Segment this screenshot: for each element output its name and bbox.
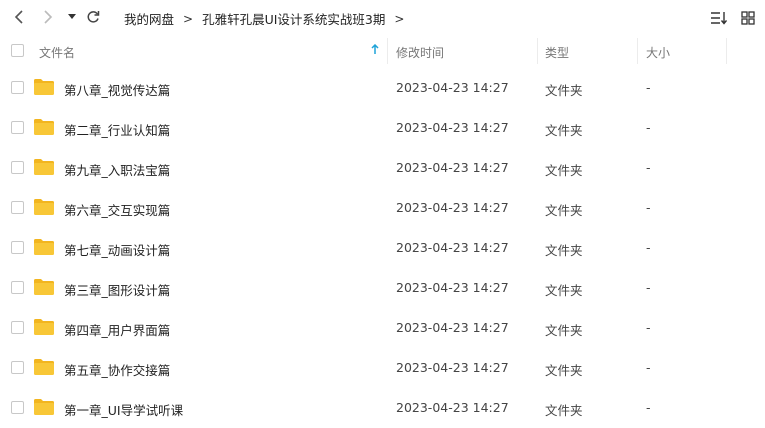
file-type: 文件夹 <box>545 243 583 258</box>
file-modified-time: 2023-04-23 14:27 <box>396 80 509 95</box>
file-name[interactable]: 第六章_交互实现篇 <box>64 200 170 219</box>
file-name[interactable]: 第九章_入职法宝篇 <box>64 160 170 179</box>
column-divider[interactable] <box>726 38 727 64</box>
toolbar: 我的网盘 > 孔雅轩孔晨UI设计系统实战班3期 > <box>0 0 765 36</box>
back-button[interactable] <box>10 8 28 26</box>
refresh-button[interactable] <box>84 8 102 26</box>
row-checkbox[interactable] <box>11 81 24 94</box>
row-checkbox[interactable] <box>11 201 24 214</box>
row-checkbox[interactable] <box>11 321 24 334</box>
row-checkbox[interactable] <box>11 361 24 374</box>
folder-icon <box>34 239 54 255</box>
folder-icon <box>34 119 54 135</box>
file-size: - <box>646 200 651 215</box>
file-type: 文件夹 <box>545 203 583 218</box>
column-divider[interactable] <box>537 38 538 64</box>
column-header-modified[interactable]: 修改时间 <box>396 44 444 61</box>
file-size: - <box>646 400 651 415</box>
sort-ascending-icon[interactable] <box>371 43 379 58</box>
file-name[interactable]: 第二章_行业认知篇 <box>64 120 170 139</box>
file-list-header: 文件名 修改时间 类型 大小 <box>0 38 765 64</box>
chevron-left-icon <box>14 10 23 24</box>
file-row[interactable]: 第四章_用户界面篇 2023-04-23 14:27 文件夹 - <box>0 308 765 348</box>
file-type: 文件夹 <box>545 363 583 378</box>
row-checkbox[interactable] <box>11 241 24 254</box>
column-header-name[interactable]: 文件名 <box>39 44 75 61</box>
file-modified-time: 2023-04-23 14:27 <box>396 120 509 135</box>
file-modified-time: 2023-04-23 14:27 <box>396 160 509 175</box>
row-checkbox[interactable] <box>11 281 24 294</box>
folder-icon <box>34 399 54 415</box>
file-modified-time: 2023-04-23 14:27 <box>396 360 509 375</box>
file-modified-time: 2023-04-23 14:27 <box>396 200 509 215</box>
breadcrumb-separator[interactable]: > <box>394 12 404 26</box>
file-name[interactable]: 第一章_UI导学试听课 <box>64 400 183 419</box>
grid-view-button[interactable] <box>739 9 757 27</box>
folder-icon <box>34 79 54 95</box>
row-checkbox[interactable] <box>11 401 24 414</box>
column-header-type[interactable]: 类型 <box>545 44 569 61</box>
file-type: 文件夹 <box>545 403 583 418</box>
file-size: - <box>646 280 651 295</box>
file-row[interactable]: 第二章_行业认知篇 2023-04-23 14:27 文件夹 - <box>0 108 765 148</box>
folder-icon <box>34 199 54 215</box>
refresh-icon <box>87 11 100 23</box>
folder-icon <box>34 319 54 335</box>
select-all-checkbox[interactable] <box>11 44 24 57</box>
file-modified-time: 2023-04-23 14:27 <box>396 240 509 255</box>
file-size: - <box>646 240 651 255</box>
file-size: - <box>646 320 651 335</box>
file-name[interactable]: 第七章_动画设计篇 <box>64 240 170 259</box>
file-type: 文件夹 <box>545 83 583 98</box>
file-type: 文件夹 <box>545 163 583 178</box>
sort-button[interactable] <box>709 9 727 27</box>
row-checkbox[interactable] <box>11 121 24 134</box>
file-type: 文件夹 <box>545 123 583 138</box>
file-row[interactable]: 第六章_交互实现篇 2023-04-23 14:27 文件夹 - <box>0 188 765 228</box>
breadcrumb-item-current[interactable]: 孔雅轩孔晨UI设计系统实战班3期 <box>202 9 385 28</box>
file-size: - <box>646 160 651 175</box>
folder-icon <box>34 159 54 175</box>
file-modified-time: 2023-04-23 14:27 <box>396 320 509 335</box>
column-header-size[interactable]: 大小 <box>646 44 670 61</box>
file-size: - <box>646 360 651 375</box>
column-divider[interactable] <box>387 38 388 64</box>
file-row[interactable]: 第五章_协作交接篇 2023-04-23 14:27 文件夹 - <box>0 348 765 388</box>
breadcrumb-separator: > <box>183 11 194 26</box>
file-type: 文件夹 <box>545 283 583 298</box>
file-row[interactable]: 第八章_视觉传达篇 2023-04-23 14:27 文件夹 - <box>0 68 765 108</box>
file-row[interactable]: 第三章_图形设计篇 2023-04-23 14:27 文件夹 - <box>0 268 765 308</box>
file-row[interactable]: 第九章_入职法宝篇 2023-04-23 14:27 文件夹 - <box>0 148 765 188</box>
file-modified-time: 2023-04-23 14:27 <box>396 400 509 415</box>
file-name[interactable]: 第三章_图形设计篇 <box>64 280 170 299</box>
file-type: 文件夹 <box>545 323 583 338</box>
file-size: - <box>646 120 651 135</box>
caret-down-icon <box>68 14 76 19</box>
file-row[interactable]: 第一章_UI导学试听课 2023-04-23 14:27 文件夹 - <box>0 388 765 428</box>
breadcrumb-item-home[interactable]: 我的网盘 <box>124 9 174 28</box>
row-checkbox[interactable] <box>11 161 24 174</box>
forward-button[interactable] <box>39 8 57 26</box>
file-modified-time: 2023-04-23 14:27 <box>396 280 509 295</box>
file-size: - <box>646 80 651 95</box>
file-name[interactable]: 第五章_协作交接篇 <box>64 360 170 379</box>
breadcrumb: 我的网盘 > 孔雅轩孔晨UI设计系统实战班3期 > <box>124 9 413 28</box>
folder-icon <box>34 279 54 295</box>
file-name[interactable]: 第八章_视觉传达篇 <box>64 80 170 99</box>
chevron-right-icon <box>44 10 53 24</box>
file-name[interactable]: 第四章_用户界面篇 <box>64 320 170 339</box>
file-row[interactable]: 第七章_动画设计篇 2023-04-23 14:27 文件夹 - <box>0 228 765 268</box>
folder-icon <box>34 359 54 375</box>
sort-list-icon <box>710 12 727 25</box>
grid-view-icon <box>741 11 755 25</box>
column-divider[interactable] <box>637 38 638 64</box>
history-dropdown-button[interactable] <box>63 8 81 26</box>
